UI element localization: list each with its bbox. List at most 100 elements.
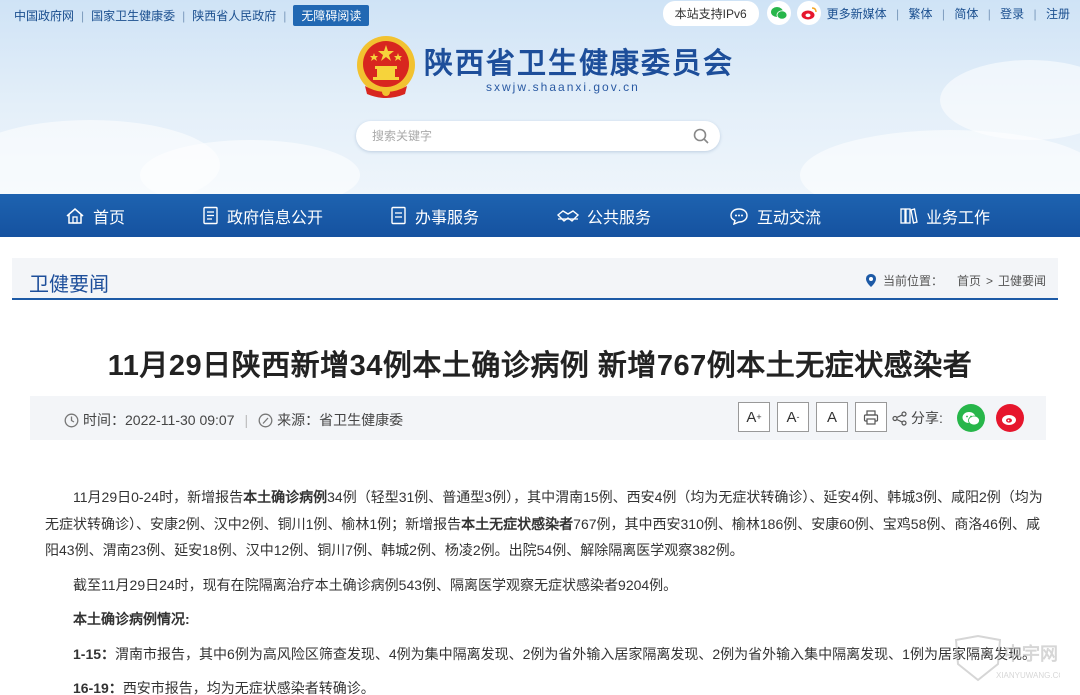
link-gov[interactable]: 中国政府网 bbox=[14, 7, 74, 24]
nav-item-business[interactable]: 业务工作 bbox=[899, 194, 990, 237]
paragraph: 1-15：渭南市报告，其中6例为高风险区筛查发现、4例为集中隔离发现、2例为省外… bbox=[45, 641, 1045, 668]
bold-text: 本土确诊病例情况: bbox=[73, 611, 190, 627]
clock-icon bbox=[64, 413, 79, 427]
accessibility-button[interactable]: 无障碍阅读 bbox=[293, 5, 370, 26]
watermark-shield-icon: 中宇网 XIANYUWANG.COM bbox=[954, 634, 1072, 682]
paragraph: 截至11月29日24时，现有在院隔离治疗本土确诊病例543例、隔离医学观察无症状… bbox=[73, 576, 678, 593]
nav-item-home[interactable]: 首页 bbox=[65, 194, 125, 237]
column-header: 卫健要闻 当前位置： 首页 > 卫健要闻 bbox=[12, 258, 1058, 300]
top-right-tools: 本站支持IPv6 更多新媒体 | 繁体 | 简体 | 登录 | 注册 bbox=[662, 0, 1070, 26]
divider: | bbox=[182, 8, 186, 23]
article-meta: 时间： 2022-11-30 09:07 | 来源： 省卫生健康委 bbox=[64, 410, 403, 430]
print-button[interactable] bbox=[855, 402, 887, 432]
watermark-subtext: XIANYUWANG.COM bbox=[996, 671, 1060, 680]
search-input[interactable] bbox=[356, 121, 676, 151]
printer-icon bbox=[863, 409, 879, 425]
nav-label: 首页 bbox=[93, 209, 126, 227]
home-icon bbox=[66, 207, 84, 224]
font-smaller-label: A bbox=[786, 408, 797, 426]
text: 西安市报告，均为无症状感染者转确诊。 bbox=[122, 680, 375, 695]
share-wechat-button[interactable] bbox=[957, 404, 985, 432]
register-link[interactable]: 注册 bbox=[1046, 7, 1070, 21]
site-domain: sxwjw.shaanxi.gov.cn bbox=[486, 80, 640, 94]
national-emblem-icon bbox=[357, 36, 415, 98]
paragraph: 16-19：西安市报告，均为无症状感染者转确诊。 bbox=[45, 675, 1045, 695]
top-bar: 中国政府网 | 国家卫生健康委 | 陕西省人民政府 | 无障碍阅读 本站支持IP… bbox=[0, 0, 1080, 26]
chat-icon bbox=[730, 207, 748, 225]
search-icon[interactable] bbox=[692, 127, 710, 145]
traditional-chinese-link[interactable]: 繁体 bbox=[909, 7, 933, 21]
share-label: 分享: bbox=[911, 410, 943, 426]
source-label: 来源： bbox=[277, 412, 320, 428]
breadcrumb-home[interactable]: 首页 bbox=[957, 272, 981, 289]
plus-icon: + bbox=[756, 412, 762, 422]
divider: | bbox=[1033, 6, 1037, 21]
nav-label: 公共服务 bbox=[587, 209, 652, 227]
breadcrumb: 当前位置： 首页 > 卫健要闻 bbox=[865, 272, 1046, 289]
handshake-icon bbox=[557, 209, 579, 222]
nav-label: 政府信息公开 bbox=[227, 209, 324, 227]
weibo-icon bbox=[1002, 414, 1016, 425]
breadcrumb-separator: > bbox=[985, 273, 993, 288]
link-shaanxi-gov[interactable]: 陕西省人民政府 bbox=[192, 7, 276, 24]
login-link[interactable]: 登录 bbox=[1000, 7, 1024, 21]
font-default-label: A bbox=[826, 408, 837, 426]
minus-icon: - bbox=[796, 412, 800, 422]
site-title: 陕西省卫生健康委员会 bbox=[424, 46, 735, 80]
watermark-logo: 中宇网 XIANYUWANG.COM bbox=[950, 634, 1072, 686]
pencil-icon bbox=[258, 413, 273, 427]
divider: | bbox=[81, 8, 85, 23]
share-weibo-button[interactable] bbox=[996, 404, 1024, 432]
publish-time: 2022-11-30 09:07 bbox=[125, 412, 235, 428]
time-label: 时间： bbox=[83, 412, 125, 428]
nav-label: 办事服务 bbox=[415, 209, 480, 227]
weibo-icon[interactable] bbox=[796, 1, 821, 25]
nav-item-interaction[interactable]: 互动交流 bbox=[729, 194, 821, 237]
share-group: 分享: bbox=[892, 408, 943, 428]
breadcrumb-label: 当前位置： bbox=[882, 274, 943, 288]
bold-text: 本土确诊病例 bbox=[243, 489, 328, 505]
books-icon bbox=[900, 207, 918, 224]
more-media-link[interactable]: 更多新媒体 bbox=[827, 7, 887, 21]
nav-label: 互动交流 bbox=[757, 209, 822, 227]
section-heading: 本土确诊病例情况: bbox=[45, 606, 1045, 633]
nav-item-gov-info[interactable]: 政府信息公开 bbox=[202, 194, 323, 237]
wechat-icon bbox=[962, 411, 980, 425]
font-smaller-button[interactable]: A- bbox=[777, 402, 809, 432]
top-text-links: 更多新媒体 | 繁体 | 简体 | 登录 | 注册 bbox=[827, 5, 1070, 22]
simplified-chinese-link[interactable]: 简体 bbox=[954, 7, 978, 21]
form-icon bbox=[391, 206, 406, 225]
nav-item-public-services[interactable]: 公共服务 bbox=[557, 194, 651, 237]
nav-item-services[interactable]: 办事服务 bbox=[390, 194, 479, 237]
top-links: 中国政府网 | 国家卫生健康委 | 陕西省人民政府 | 无障碍阅读 bbox=[14, 5, 370, 26]
header-banner: 中国政府网 | 国家卫生健康委 | 陕西省人民政府 | 无障碍阅读 本站支持IP… bbox=[0, 0, 1080, 194]
column-title: 卫健要闻 bbox=[29, 274, 109, 296]
article-body: 11月29日0-24时，新增报告本土确诊病例34例（轻型31例、普通型3例），其… bbox=[45, 484, 1045, 695]
breadcrumb-current[interactable]: 卫健要闻 bbox=[998, 272, 1046, 289]
font-default-button[interactable]: A bbox=[816, 402, 848, 432]
font-larger-button[interactable]: A + bbox=[738, 402, 770, 432]
wechat-icon[interactable] bbox=[766, 1, 791, 25]
link-nhc[interactable]: 国家卫生健康委 bbox=[91, 7, 175, 24]
article-meta-bar: 时间： 2022-11-30 09:07 | 来源： 省卫生健康委 A + A- … bbox=[30, 396, 1046, 440]
cloud-decoration bbox=[940, 60, 1080, 140]
divider: | bbox=[941, 6, 945, 21]
font-larger-label: A bbox=[746, 408, 757, 426]
main-nav: 首页 政府信息公开 办事服务 公共服务 互动交流 业务工作 bbox=[0, 194, 1080, 237]
watermark-text: 中宇网 bbox=[1004, 643, 1058, 664]
paragraph: 11月29日0-24时，新增报告本土确诊病例34例（轻型31例、普通型3例），其… bbox=[45, 484, 1045, 564]
divider: | bbox=[244, 412, 249, 428]
text: 11月29日0-24时，新增报告 bbox=[73, 489, 244, 505]
bold-text: 16-19： bbox=[73, 680, 123, 695]
nav-label: 业务工作 bbox=[926, 209, 991, 227]
share-icon bbox=[892, 410, 907, 426]
divider: | bbox=[896, 6, 900, 21]
ipv6-badge: 本站支持IPv6 bbox=[662, 0, 759, 26]
divider: | bbox=[987, 6, 991, 21]
bold-text: 1-15： bbox=[73, 645, 116, 662]
bold-text: 本土无症状感染者 bbox=[461, 515, 574, 532]
text: 渭南市报告，其中6例为高风险区筛查发现、4例为集中隔离发现、2例为省外输入居家隔… bbox=[115, 645, 1036, 662]
location-pin-icon bbox=[865, 274, 876, 287]
divider: | bbox=[283, 8, 287, 23]
source-value: 省卫生健康委 bbox=[319, 412, 404, 428]
